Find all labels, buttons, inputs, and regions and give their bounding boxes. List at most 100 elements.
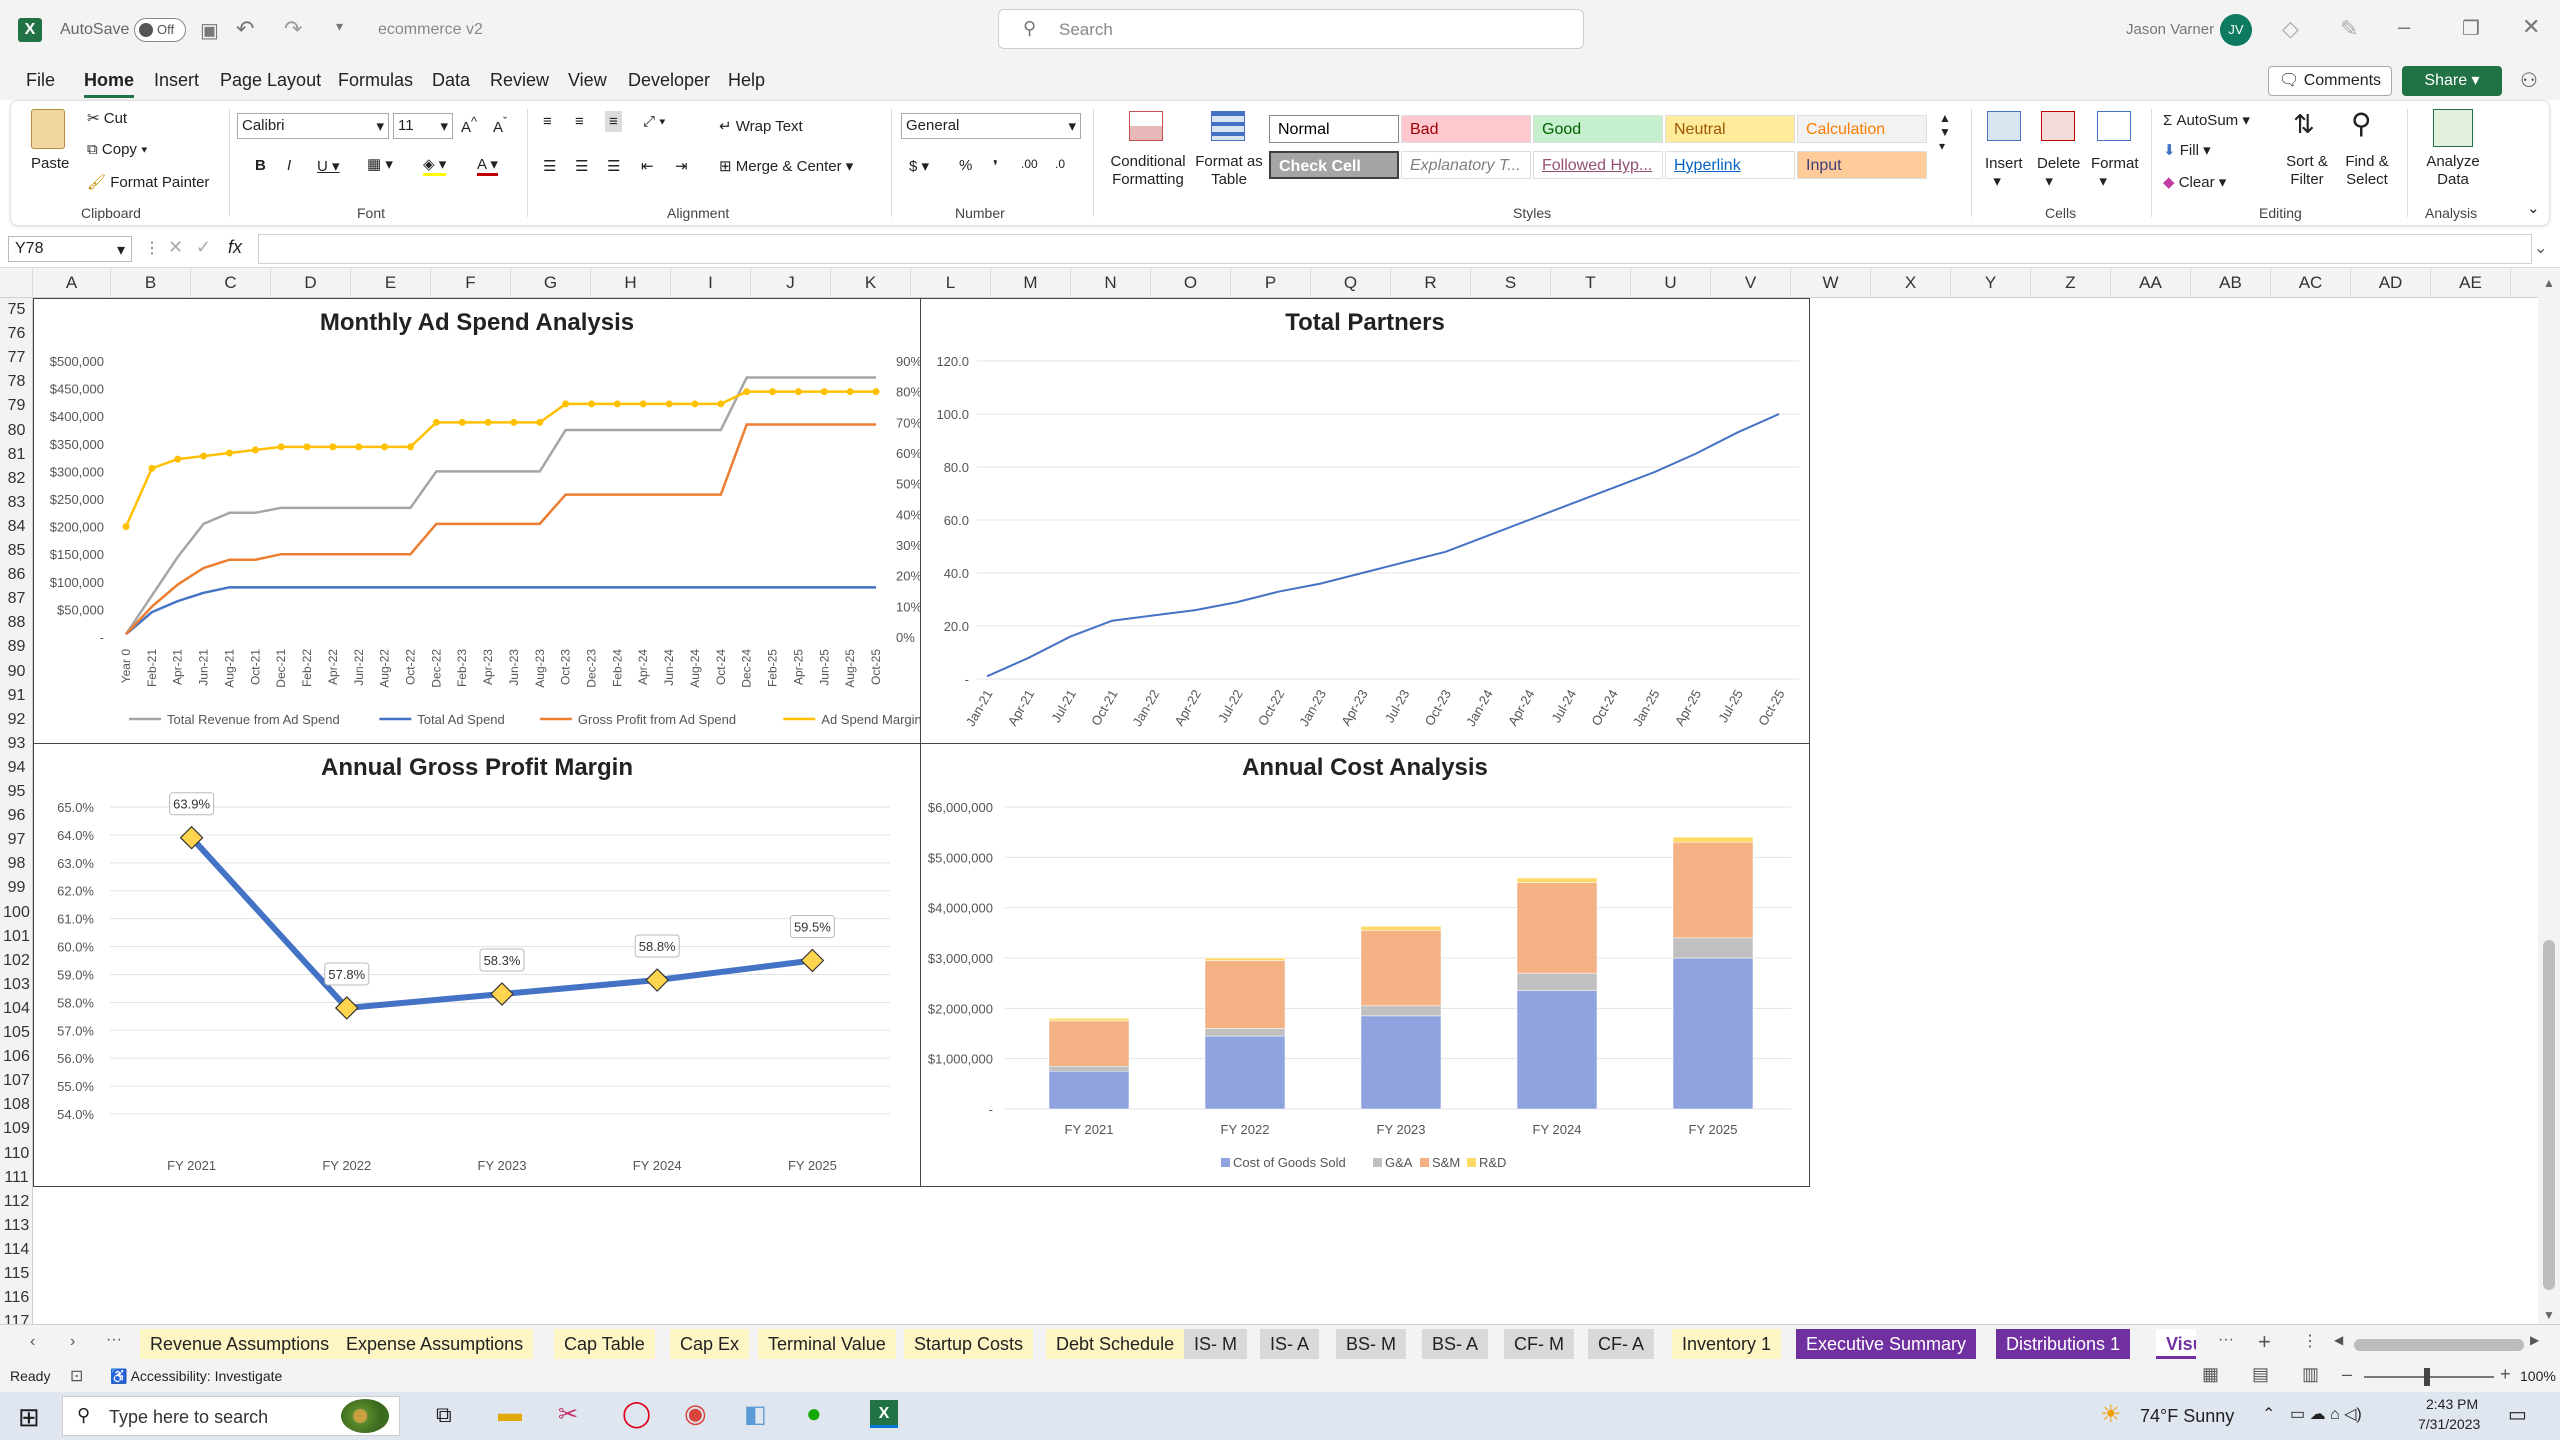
analyze-data-button[interactable]: Analyze Data [2423, 153, 2483, 189]
cell-style-option[interactable]: Bad [1401, 115, 1531, 143]
borders-icon[interactable]: ▦ ▾ [367, 155, 393, 173]
autosave-toggle[interactable]: Off [134, 18, 186, 42]
column-header[interactable]: Q [1311, 268, 1391, 298]
column-header[interactable]: C [191, 268, 271, 298]
row-header[interactable]: 114 [0, 1238, 33, 1262]
zoom-in-icon[interactable]: + [2500, 1364, 2511, 1385]
collapse-ribbon-icon[interactable]: ⌄ [2527, 199, 2540, 217]
tab-scroll-right-icon[interactable]: › [70, 1333, 75, 1351]
sheet-tab[interactable]: IS- M [1184, 1329, 1247, 1359]
merge-center-button[interactable]: ⊞ Merge & Center ▾ [719, 157, 853, 175]
opera-icon[interactable]: ◯ [622, 1398, 651, 1429]
sheet-tab[interactable]: CF- A [1588, 1329, 1655, 1359]
comments-button[interactable]: 🗨 Comments [2268, 66, 2392, 96]
tray-chevron-icon[interactable]: ⌃ [2262, 1404, 2275, 1424]
cell-style-option[interactable]: Input [1797, 151, 1927, 179]
column-header[interactable]: G [511, 268, 591, 298]
chart-monthly-ad-spend[interactable]: Monthly Ad Spend Analysis - $50,000 $100,0… [33, 298, 921, 744]
row-header[interactable]: 75 [0, 298, 33, 322]
column-header[interactable]: W [1791, 268, 1871, 298]
page-layout-view-icon[interactable]: ▤ [2252, 1364, 2269, 1385]
decrease-indent-icon[interactable]: ⇤ [641, 157, 654, 175]
font-size-select[interactable]: 11 ▾ [393, 113, 453, 139]
snipping-tool-icon[interactable]: ✂ [558, 1400, 578, 1429]
search-box[interactable]: ⚲ Search [998, 9, 1584, 49]
user-avatar[interactable]: JV [2220, 14, 2252, 46]
column-header[interactable]: I [671, 268, 751, 298]
row-header[interactable]: 103 [0, 973, 33, 997]
row-header[interactable]: 106 [0, 1045, 33, 1069]
sheet-tab[interactable]: Expense Assumptions [336, 1329, 534, 1359]
zoom-slider[interactable] [2364, 1368, 2494, 1386]
row-header[interactable]: 116 [0, 1286, 33, 1310]
paste-button[interactable]: Paste [31, 155, 69, 172]
increase-indent-icon[interactable]: ⇥ [675, 157, 688, 175]
row-header[interactable]: 91 [0, 684, 33, 708]
coauthor-icon[interactable]: ⚇ [2520, 68, 2538, 93]
chart-total-partners[interactable]: Total Partners -20.0 40.0 60.0 80.0 100.0 120… [920, 298, 1810, 744]
row-header[interactable]: 111 [0, 1166, 33, 1190]
sheet-tab[interactable]: Debt Schedule [1046, 1329, 1185, 1359]
share-button[interactable]: Share ▾ [2402, 66, 2502, 96]
format-painter-button[interactable]: 🖌 Format Painter [87, 173, 209, 191]
row-header[interactable]: 80 [0, 419, 33, 443]
menu-file[interactable]: File [26, 70, 55, 91]
more-tabs-icon[interactable]: ··· [106, 1331, 122, 1349]
column-header[interactable]: P [1231, 268, 1311, 298]
task-view-icon[interactable]: ⧉ [436, 1402, 452, 1428]
row-header[interactable]: 97 [0, 828, 33, 852]
row-header[interactable]: 78 [0, 370, 33, 394]
increase-font-icon[interactable]: A^ [461, 115, 477, 136]
column-header[interactable]: AC [2271, 268, 2351, 298]
tab-scroll-left-icon[interactable]: ‹ [30, 1333, 35, 1351]
column-header[interactable]: D [271, 268, 351, 298]
column-header[interactable]: T [1551, 268, 1631, 298]
copy-button[interactable]: ⧉ Copy ▾ [87, 141, 147, 158]
scroll-up-icon[interactable]: ▲ [2543, 276, 2555, 290]
column-header[interactable]: E [351, 268, 431, 298]
confirm-formula-icon[interactable]: ✓ [196, 237, 211, 258]
column-header[interactable]: F [431, 268, 511, 298]
page-break-view-icon[interactable]: ▥ [2302, 1364, 2319, 1385]
column-header[interactable]: AE [2431, 268, 2511, 298]
zoom-level[interactable]: 100% [2520, 1368, 2556, 1384]
column-header[interactable]: A [33, 268, 111, 298]
minimize-icon[interactable]: – [2398, 14, 2410, 40]
underline-button[interactable]: U ▾ [317, 157, 340, 175]
column-header[interactable]: K [831, 268, 911, 298]
expand-formula-icon[interactable]: ⌄ [2534, 238, 2547, 258]
column-header[interactable]: V [1711, 268, 1791, 298]
formula-input[interactable] [258, 234, 2532, 264]
align-left-icon[interactable]: ☰ [543, 157, 556, 175]
save-icon[interactable]: ▣ [200, 18, 219, 43]
cell-style-option[interactable]: Hyperlink [1665, 151, 1795, 179]
menu-page-layout[interactable]: Page Layout [220, 70, 321, 91]
cell-style-option[interactable]: Followed Hyp... [1533, 151, 1663, 179]
sheet-tab[interactable]: Startup Costs [904, 1329, 1034, 1359]
close-icon[interactable]: ✕ [2522, 14, 2540, 40]
menu-insert[interactable]: Insert [154, 70, 199, 91]
cut-button[interactable]: ✂ Cut [87, 109, 127, 127]
clock-date[interactable]: 7/31/2023 [2418, 1416, 2480, 1432]
diamond-icon[interactable]: ◇ [2282, 16, 2299, 42]
row-header[interactable]: 82 [0, 467, 33, 491]
bold-button[interactable]: B [255, 157, 266, 174]
find-select-button[interactable]: Find & Select [2337, 153, 2397, 189]
align-top-icon[interactable]: ≡ [543, 113, 552, 130]
row-header[interactable]: 86 [0, 563, 33, 587]
column-header[interactable]: Z [2031, 268, 2111, 298]
insert-function-icon[interactable]: fx [228, 237, 242, 258]
row-header[interactable]: 105 [0, 1021, 33, 1045]
column-header[interactable]: S [1471, 268, 1551, 298]
row-header[interactable]: 92 [0, 708, 33, 732]
cell-style-option[interactable]: Calculation [1797, 115, 1927, 143]
row-header[interactable]: 81 [0, 443, 33, 467]
menu-formulas[interactable]: Formulas [338, 70, 413, 91]
cancel-formula-icon[interactable]: ✕ [168, 237, 183, 258]
row-header[interactable]: 101 [0, 925, 33, 949]
upwork-icon[interactable]: ● [806, 1398, 822, 1429]
align-bottom-icon[interactable]: ≡ [605, 111, 622, 132]
format-cells-button[interactable]: Format ▾ [2091, 155, 2139, 190]
sheet-tab[interactable]: Cap Table [554, 1329, 655, 1359]
gallery-scroll-icon[interactable]: ▲ ▼ ▾ [1939, 111, 1951, 153]
